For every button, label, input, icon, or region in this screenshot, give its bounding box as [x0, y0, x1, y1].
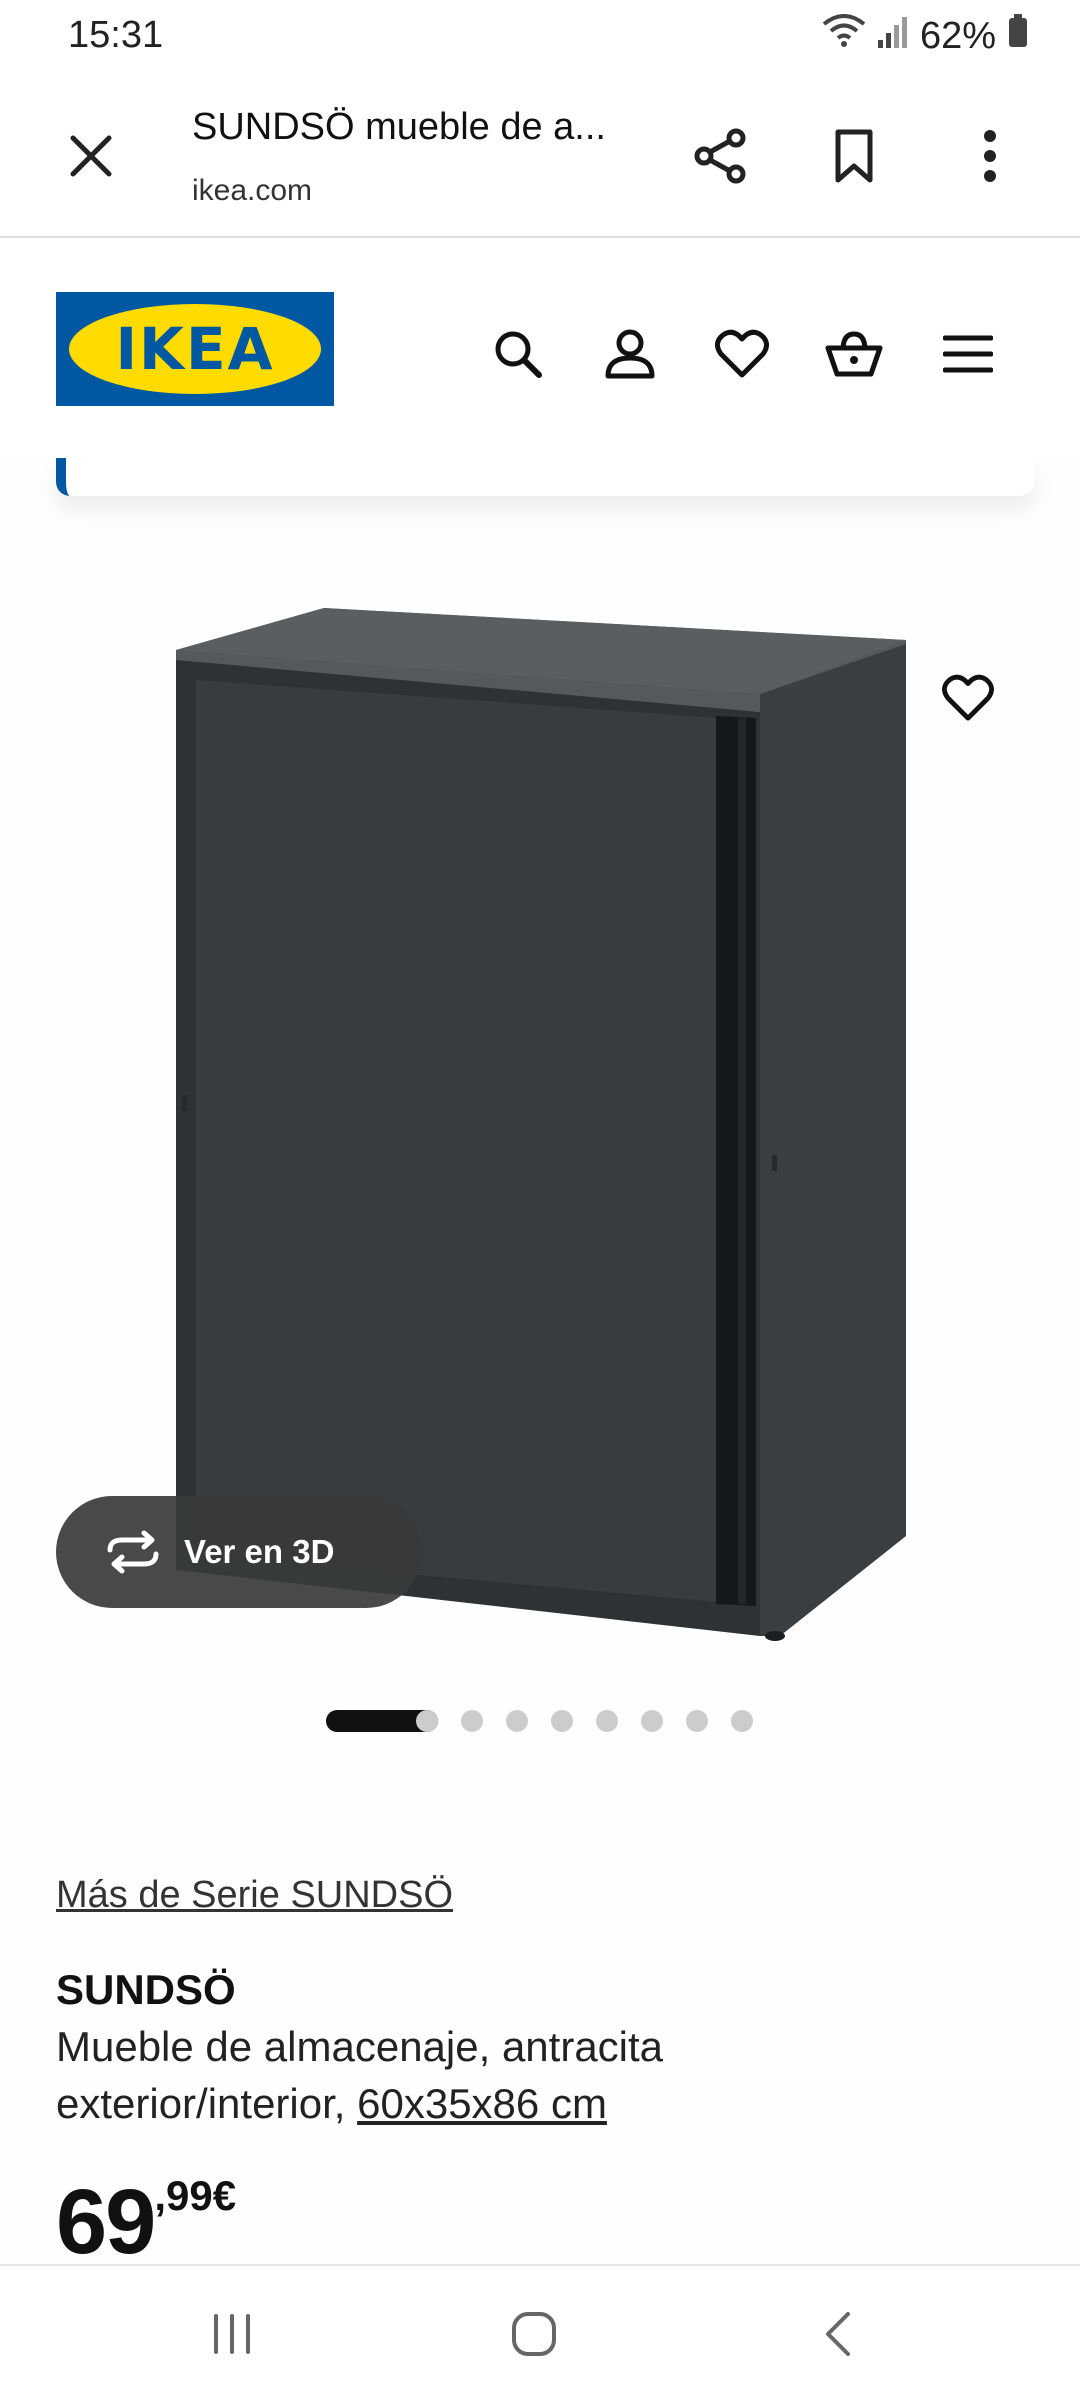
view-in-3d-button[interactable]: Ver en 3D	[56, 1496, 422, 1608]
price-decimal: ,99€	[154, 2172, 237, 2219]
rotate-3d-icon	[107, 1530, 159, 1574]
battery-icon	[1008, 14, 1028, 58]
battery-percent: 62%	[919, 14, 996, 57]
account-icon	[605, 329, 655, 379]
home-button[interactable]	[494, 2298, 574, 2370]
recent-apps-icon	[214, 2314, 250, 2354]
cart-button[interactable]	[822, 322, 886, 386]
system-nav-bar	[0, 2264, 1080, 2402]
carousel-dot[interactable]	[461, 1710, 483, 1732]
share-button[interactable]	[680, 116, 760, 196]
notice-card	[56, 458, 1034, 496]
share-icon	[694, 128, 746, 184]
page-url: ikea.com	[192, 174, 313, 207]
close-button[interactable]	[56, 118, 126, 194]
signal-icon	[877, 15, 908, 58]
ikea-logo[interactable]: IKEA	[56, 292, 334, 406]
series-link[interactable]: Más de Serie SUNDSÖ	[56, 1874, 453, 1917]
ikea-logo-oval: IKEA	[69, 304, 321, 394]
ikea-logo-text: IKEA	[115, 315, 275, 383]
status-time: 15:31	[68, 14, 164, 56]
product-price: 69,99€	[56, 2170, 236, 2275]
wishlist-button[interactable]	[710, 322, 774, 386]
carousel-dot[interactable]	[686, 1710, 708, 1732]
product-image[interactable]	[0, 550, 1080, 1660]
more-options-button[interactable]	[950, 116, 1030, 196]
carousel-dot[interactable]	[731, 1710, 753, 1732]
carousel-dot[interactable]	[506, 1710, 528, 1732]
cart-icon	[825, 331, 883, 377]
wifi-icon	[822, 14, 866, 58]
back-icon	[826, 2312, 850, 2356]
bookmark-button[interactable]	[814, 116, 894, 196]
product-name: SUNDSÖ	[56, 1966, 236, 2013]
product-description: Mueble de almacenaje, antracita exterior…	[56, 2018, 956, 2132]
add-to-wishlist-button[interactable]	[932, 664, 1004, 732]
back-button[interactable]	[798, 2298, 878, 2370]
menu-button[interactable]	[936, 322, 1000, 386]
carousel-dot[interactable]	[596, 1710, 618, 1732]
price-integer: 69	[56, 2171, 156, 2273]
menu-icon	[943, 335, 993, 373]
page-title: SUNDSÖ mueble de a...	[192, 106, 606, 148]
cabinet-illustration	[176, 608, 906, 1641]
heart-icon	[942, 674, 994, 721]
heart-icon	[715, 329, 769, 378]
home-icon	[512, 2312, 556, 2356]
browser-bar: SUNDSÖ mueble de a... ikea.com	[0, 78, 1080, 238]
product-dimensions-link[interactable]: 60x35x86 cm	[357, 2080, 607, 2127]
bookmark-icon	[835, 129, 873, 183]
status-bar: 15:31 62%	[0, 0, 1080, 78]
status-indicators: 62%	[822, 14, 1028, 58]
more-vertical-icon	[984, 130, 996, 182]
recent-apps-button[interactable]	[192, 2298, 272, 2370]
search-icon	[495, 331, 542, 378]
search-button[interactable]	[486, 322, 550, 386]
carousel-dot[interactable]	[416, 1710, 438, 1732]
carousel-dot[interactable]	[641, 1710, 663, 1732]
image-carousel-indicator	[0, 1708, 1080, 1732]
account-button[interactable]	[598, 322, 662, 386]
carousel-dot[interactable]	[551, 1710, 573, 1732]
close-icon	[70, 135, 112, 177]
site-header: IKEA	[0, 238, 1080, 458]
view-in-3d-label: Ver en 3D	[184, 1533, 335, 1570]
